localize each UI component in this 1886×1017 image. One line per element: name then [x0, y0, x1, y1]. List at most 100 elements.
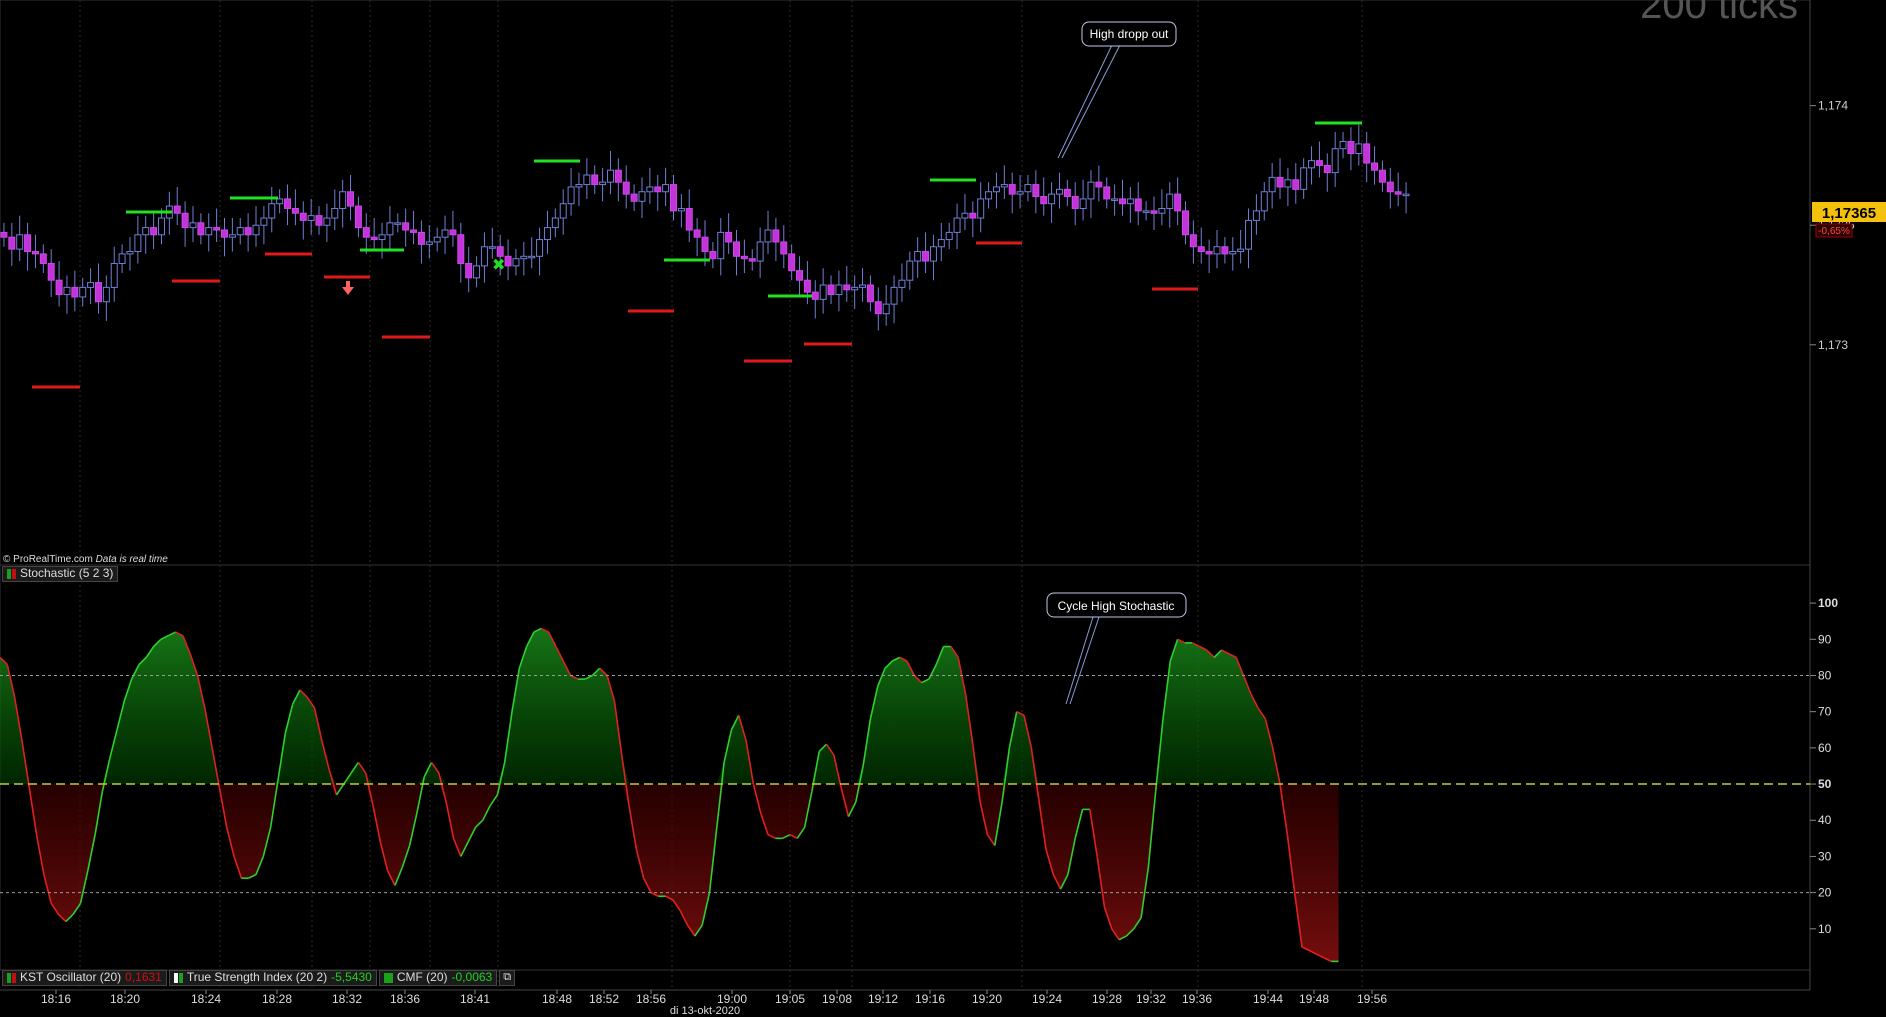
candle-body — [1174, 193, 1182, 212]
stochastic-label: Stochastic (5 2 3) — [20, 566, 114, 580]
restore-panel-button[interactable]: ⧉ — [499, 969, 516, 986]
stoch-tick-label: 60 — [1818, 741, 1832, 755]
candle-body — [1103, 186, 1111, 200]
candle-body — [772, 229, 780, 243]
candle-body — [1126, 198, 1134, 205]
candle-body — [323, 217, 331, 226]
candle-body — [906, 260, 914, 281]
candle-body — [0, 231, 8, 238]
candle-body — [394, 222, 402, 225]
indicator-kst[interactable]: KST Oscillator (20) 0,1631 — [2, 969, 167, 986]
kst-value: 0,1631 — [125, 970, 162, 984]
candle-body — [835, 284, 843, 296]
candle-body — [1402, 193, 1410, 197]
stochastic-axis: 10 20 30 40 50 60 70 80 90 100 — [1810, 596, 1838, 936]
time-tick-label: 18:41 — [460, 992, 490, 1006]
candle-body — [1252, 210, 1260, 221]
candle-body — [465, 262, 473, 279]
candle-body — [315, 215, 323, 226]
tsi-value: -5,5430 — [331, 970, 372, 984]
candle-body — [890, 286, 898, 305]
stoch-tick-label: 10 — [1818, 922, 1832, 936]
candle-body — [614, 169, 622, 183]
cmf-value: -0,0063 — [451, 970, 493, 984]
time-tick-label: 18:28 — [262, 992, 292, 1006]
candle-body — [331, 207, 339, 219]
candle-body — [929, 246, 937, 262]
candle-body — [1213, 246, 1221, 255]
candle-body — [480, 246, 488, 267]
candle-body — [1150, 210, 1158, 214]
candle-body — [977, 198, 985, 219]
candle-body — [1268, 176, 1276, 193]
candle-body — [410, 229, 418, 233]
candle-body — [228, 234, 236, 238]
candle-body — [1118, 198, 1126, 205]
candle-body — [1323, 164, 1331, 174]
candle-body — [63, 286, 71, 296]
candle-body — [87, 282, 95, 288]
candle-body — [126, 251, 134, 255]
candle-body — [859, 284, 867, 288]
stochastic-label-bar[interactable]: Stochastic (5 2 3) — [2, 565, 120, 582]
candle-body — [504, 255, 512, 267]
price-change: -0,65% — [1818, 226, 1850, 237]
candle-body — [417, 231, 425, 245]
time-tick-label: 19:44 — [1253, 992, 1283, 1006]
stoch-tick-label: 80 — [1818, 668, 1832, 682]
candle-body — [914, 251, 922, 262]
candle-body — [441, 229, 449, 238]
candle-body — [31, 251, 39, 255]
candle-body — [1095, 181, 1103, 188]
indicator-bar[interactable]: KST Oscillator (20) 0,1631 True Strength… — [2, 969, 517, 986]
stoch-tick-label: 70 — [1818, 705, 1832, 719]
candle-body — [339, 191, 347, 209]
candle-body — [1355, 143, 1363, 154]
date-label: di 13-okt-2020 — [670, 1005, 740, 1017]
time-tick-label: 19:48 — [1299, 992, 1329, 1006]
candle-body — [622, 181, 630, 195]
candle-body — [1016, 191, 1024, 195]
candle-body — [1071, 196, 1079, 209]
indicator-cmf[interactable]: CMF (20) -0,0063 — [378, 969, 498, 986]
candle-body — [866, 284, 874, 303]
candle-body — [473, 265, 481, 279]
candle-body — [347, 191, 355, 207]
time-tick-label: 19:36 — [1182, 992, 1212, 1006]
chart-canvas[interactable]: 200 ticks 1,1741,17351,173 ✖ 10203040506… — [0, 0, 1886, 1017]
indicator-tsi[interactable]: True Strength Index (20 2) -5,5430 — [168, 969, 377, 986]
candle-body — [559, 203, 567, 219]
time-tick-label: 19:56 — [1357, 992, 1387, 1006]
candle-body — [362, 227, 370, 238]
candle-body — [756, 241, 764, 262]
candle-body — [630, 193, 638, 202]
candle-body — [71, 286, 79, 298]
stoch-tick-label: 20 — [1818, 886, 1832, 900]
candle-body — [882, 303, 890, 315]
candle-body — [733, 241, 741, 257]
candle-body — [118, 253, 126, 264]
candle-body — [1134, 198, 1142, 212]
stochastic-chip[interactable]: Stochastic (5 2 3) — [2, 565, 119, 582]
candle-body — [197, 222, 205, 236]
candle-body — [1055, 188, 1063, 195]
time-tick-label: 19:08 — [822, 992, 852, 1006]
stochastic-swatch-green — [7, 568, 11, 579]
candle-body — [39, 253, 47, 264]
candle-body — [1205, 251, 1213, 255]
high-dropp-out-text: High dropp out — [1090, 27, 1169, 41]
candle-body — [457, 234, 465, 264]
candle-body — [725, 231, 733, 243]
candle-body — [1371, 162, 1379, 171]
candle-body — [583, 174, 591, 186]
candle-body — [378, 234, 386, 241]
candle-body — [291, 207, 299, 214]
candle-body — [24, 234, 32, 253]
candle-body — [717, 231, 725, 260]
candle-body — [276, 198, 284, 205]
candle-body — [827, 284, 835, 296]
kst-swatch — [7, 972, 11, 983]
candle-body — [1339, 141, 1347, 150]
candle-body — [1363, 143, 1371, 164]
candle-body — [1276, 176, 1284, 188]
